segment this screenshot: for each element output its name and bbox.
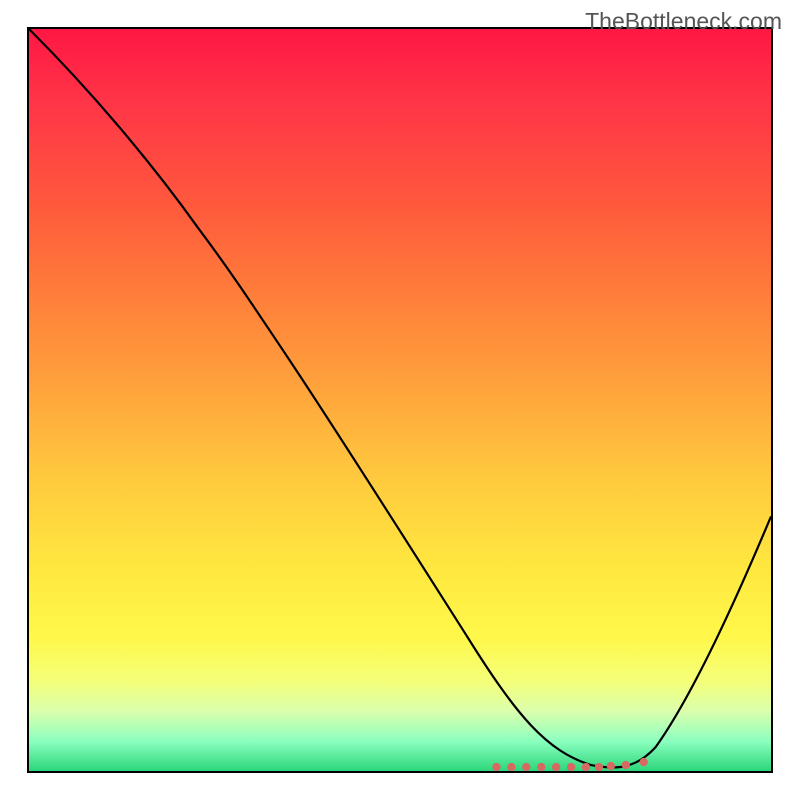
scatter-group (492, 758, 648, 771)
data-point (492, 763, 500, 771)
data-point (622, 761, 630, 769)
data-point (607, 762, 615, 770)
data-point (507, 763, 515, 771)
data-point (552, 763, 560, 771)
data-point (537, 763, 545, 771)
watermark-text: TheBottleneck.com (585, 8, 782, 35)
chart-svg (29, 29, 771, 771)
data-point (567, 763, 575, 771)
chart-plot-area (27, 27, 773, 773)
data-point (582, 763, 590, 771)
data-point (640, 758, 648, 766)
bottleneck-curve-path (29, 29, 771, 767)
data-point (595, 763, 603, 771)
data-point (522, 763, 530, 771)
